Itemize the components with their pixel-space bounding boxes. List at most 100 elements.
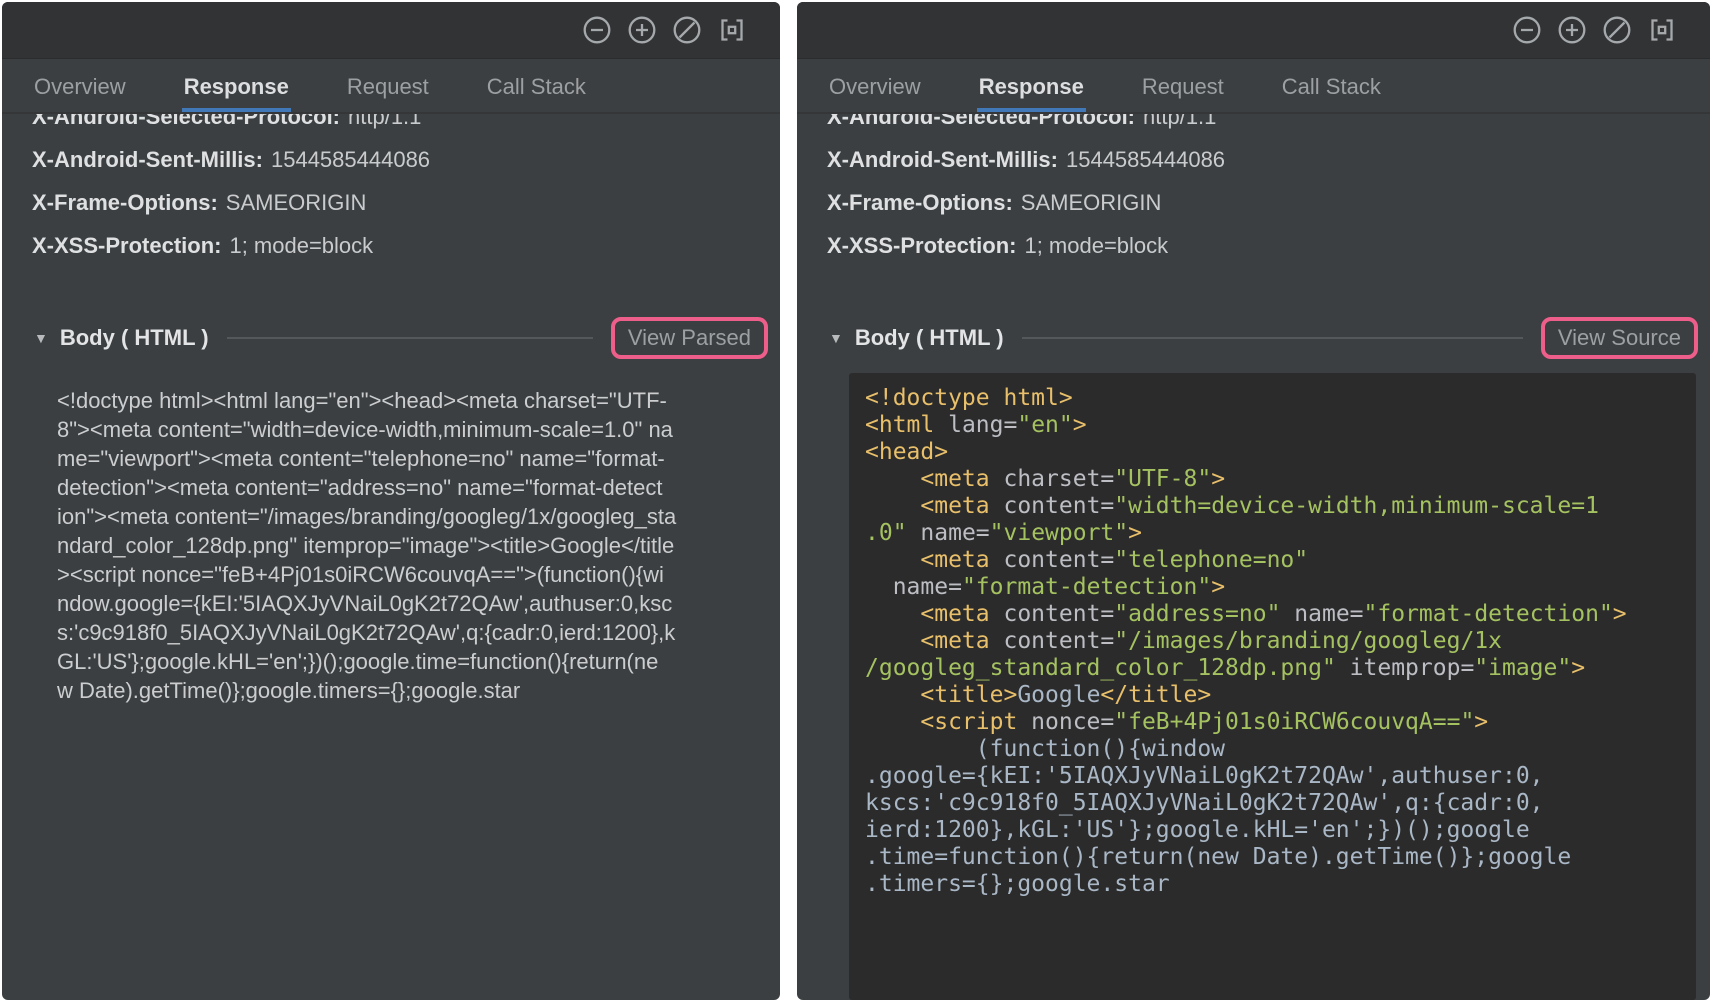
view-parsed-button[interactable]: View Parsed (611, 317, 768, 359)
header-row: X-Android-Sent-Millis:1544585444086 (827, 146, 1698, 174)
code-line: /googleg_standard_color_128dp.png" itemp… (865, 655, 1680, 682)
parsed-line: me="viewport"><meta content="telephone=n… (57, 444, 768, 473)
header-value: http/1.1 (1143, 114, 1216, 129)
code-token: "en" (1017, 412, 1072, 438)
profiler-toolbar (797, 2, 1710, 59)
header-row: X-Frame-Options:SAMEORIGIN (827, 189, 1698, 217)
code-line: <head> (865, 439, 1680, 466)
code-token: "UTF-8" (1114, 466, 1211, 492)
header-value: http/1.1 (348, 114, 421, 129)
tab-request[interactable]: Request (1140, 74, 1226, 112)
code-token (865, 682, 920, 708)
header-name: X-Android-Selected-Protocol: (32, 114, 340, 129)
code-token (865, 628, 920, 654)
code-line: kscs:'c9c918f0_5IAQXJyVNaiL0gK2t72QAw',q… (865, 790, 1680, 817)
header-name: X-Android-Sent-Millis: (32, 147, 263, 172)
frame-selection-button[interactable] (1646, 14, 1678, 46)
tab-response[interactable]: Response (977, 74, 1086, 112)
collapse-arrow-icon[interactable]: ▼ (829, 330, 843, 346)
header-name: X-XSS-Protection: (32, 233, 221, 258)
code-token: "feB+4Pj01s0iRCW6couvqA==" (1114, 709, 1474, 735)
code-token: content= (1003, 493, 1114, 519)
tab-call-stack[interactable]: Call Stack (1280, 74, 1383, 112)
code-line: <html lang="en"> (865, 412, 1680, 439)
profiler-toolbar (2, 2, 780, 59)
code-line: <meta content="telephone=no" (865, 547, 1680, 574)
code-token: <title> (920, 682, 1017, 708)
response-content: X-Android-Selected-Protocol: http/1.1 X-An… (2, 114, 780, 1000)
tab-overview[interactable]: Overview (32, 74, 128, 112)
header-row: X-Android-Selected-Protocol:http/1.1 (827, 114, 1698, 131)
code-token: <meta (920, 466, 1003, 492)
parsed-line: w Date).getTime()};google.timers={};goog… (57, 676, 768, 705)
tab-response[interactable]: Response (182, 74, 291, 112)
code-token: </title> (1100, 682, 1211, 708)
header-name: X-XSS-Protection: (827, 233, 1016, 258)
zoom-reset-button[interactable] (671, 14, 703, 46)
network-response-panel-source: Overview Response Request Call Stack X-A… (797, 2, 1710, 1000)
code-line: .0" name="viewport"> (865, 520, 1680, 547)
frame-selection-button[interactable] (716, 14, 748, 46)
code-token (1336, 655, 1350, 681)
tab-overview[interactable]: Overview (827, 74, 923, 112)
code-token: name= (920, 520, 989, 546)
code-line: name="format-detection"> (865, 574, 1680, 601)
code-line: (function(){window (865, 736, 1680, 763)
code-token: content= (1003, 547, 1114, 573)
code-token (907, 520, 921, 546)
code-line: <meta content="width=device-width,minimu… (865, 493, 1680, 520)
body-section-header: ▼ Body ( HTML ) View Source (827, 317, 1698, 359)
zoom-in-button[interactable] (626, 14, 658, 46)
code-token: .time=function(){return(new Date).getTim… (865, 844, 1571, 870)
header-value: 1544585444086 (1066, 147, 1225, 172)
tab-bar: Overview Response Request Call Stack (2, 59, 780, 114)
tab-call-stack[interactable]: Call Stack (485, 74, 588, 112)
header-name: X-Frame-Options: (32, 190, 218, 215)
parsed-line: ><script nonce="feB+4Pj01s0iRCW6couvqA==… (57, 560, 768, 589)
code-token: charset= (1003, 466, 1114, 492)
code-line: .timers={};google.star (865, 871, 1680, 898)
parsed-body-text: <!doctype html><html lang="en"><head><me… (57, 386, 768, 1000)
parsed-line: s:'c9c918f0_5IAQXJyVNaiL0gK2t72QAw',q:{c… (57, 618, 768, 647)
code-token: <script (920, 709, 1031, 735)
parsed-line: ion"><meta content="/images/branding/goo… (57, 502, 768, 531)
code-token: "format-detection" (962, 574, 1211, 600)
zoom-out-button[interactable] (581, 14, 613, 46)
code-token: .timers={};google.star (865, 871, 1170, 897)
body-section-header: ▼ Body ( HTML ) View Parsed (32, 317, 768, 359)
header-row: X-XSS-Protection:1; mode=block (32, 232, 768, 260)
code-token: content= (1003, 628, 1114, 654)
header-value: SAMEORIGIN (1021, 190, 1162, 215)
code-token: > (1128, 520, 1142, 546)
screenshot-canvas: Overview Response Request Call Stack X-A… (0, 0, 1712, 1002)
zoom-reset-button[interactable] (1601, 14, 1633, 46)
section-divider-line (1022, 337, 1523, 339)
code-token: (function(){window (865, 736, 1225, 762)
view-source-button[interactable]: View Source (1541, 317, 1698, 359)
zoom-in-button[interactable] (1556, 14, 1588, 46)
code-token: ierd:1200},kGL:'US'};google.kHL='en';})(… (865, 817, 1530, 843)
code-token: > (1613, 601, 1627, 627)
code-token (1280, 601, 1294, 627)
parsed-line: 8"><meta content="width=device-width,min… (57, 415, 768, 444)
code-token: <meta (920, 493, 1003, 519)
code-token: "image" (1474, 655, 1571, 681)
code-token: <meta (920, 601, 1003, 627)
code-token: name= (893, 574, 962, 600)
collapse-arrow-icon[interactable]: ▼ (34, 330, 48, 346)
body-section-label: Body ( HTML ) (855, 325, 1004, 351)
code-line: <script nonce="feB+4Pj01s0iRCW6couvqA=="… (865, 709, 1680, 736)
code-token: name= (1294, 601, 1363, 627)
tab-request[interactable]: Request (345, 74, 431, 112)
code-token: kscs:'c9c918f0_5IAQXJyVNaiL0gK2t72QAw',q… (865, 790, 1544, 816)
code-token: "telephone=no" (1114, 547, 1308, 573)
code-token: <meta (920, 628, 1003, 654)
code-token: /googleg_standard_color_128dp.png" (865, 655, 1336, 681)
section-divider-line (227, 337, 593, 339)
tab-bar: Overview Response Request Call Stack (797, 59, 1710, 114)
header-row: X-XSS-Protection:1; mode=block (827, 232, 1698, 260)
code-line: <meta content="address=no" name="format-… (865, 601, 1680, 628)
code-token: "viewport" (990, 520, 1128, 546)
code-token: Google (1017, 682, 1100, 708)
zoom-out-button[interactable] (1511, 14, 1543, 46)
